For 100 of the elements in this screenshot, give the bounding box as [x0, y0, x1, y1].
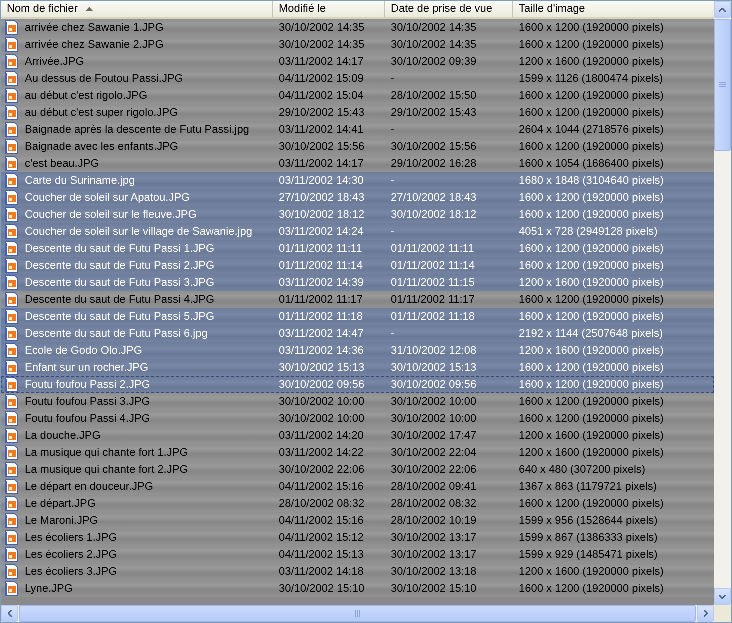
scroll-thumb[interactable]	[714, 19, 731, 151]
file-row[interactable]: Enfant sur un rocher.JPG 30/10/2002 15:13 30/10/2002 15:13 1600 x 1200 (1920000 pixels)	[1, 359, 714, 376]
file-row[interactable]: Carte du Suriname.jpg 03/11/2002 14:30 - 1680 x 1848 (3104640 pixels)	[1, 172, 714, 189]
image-size: 1200 x 1600 (1920000 pixels)	[518, 446, 665, 460]
file-row[interactable]: La musique qui chante fort 1.JPG 03/11/2002 14:22 30/10/2002 22:04 1200 x 1600 (1920000 pixels)	[1, 444, 714, 461]
column-header[interactable]: Nom de fichier	[1, 1, 273, 17]
image-size: 1200 x 1600 (1920000 pixels)	[518, 54, 665, 70]
file-row[interactable]: c'est beau.JPG 03/11/2002 14:17 29/10/2002 16:28 1600 x 1054 (1686400 pixels)	[1, 155, 714, 172]
image-file-icon	[5, 564, 19, 580]
image-size: 1367 x 863 (1179721 pixels)	[518, 480, 658, 494]
modified-date: 01/11/2002 11:11	[278, 242, 364, 256]
image-size: 1600 x 1200 (1920000 pixels)	[518, 106, 665, 120]
file-row[interactable]: Le départ en douceur.JPG 04/11/2002 15:16 28/10/2002 09:41 1367 x 863 (1179721 pixels)	[1, 478, 714, 495]
file-row[interactable]: Les écoliers 2.JPG 04/11/2002 15:13 30/10/2002 13:17 1599 x 929 (1485471 pixels)	[1, 546, 714, 563]
file-row[interactable]: Le départ.JPG 28/10/2002 08:32 28/10/2002 08:32 1600 x 1200 (1920000 pixels)	[1, 495, 714, 512]
column-header[interactable]: Date de prise de vue	[385, 1, 513, 17]
file-name: Arrivée.JPG	[25, 56, 84, 68]
image-size: 1600 x 1200 (1920000 pixels)	[518, 140, 665, 154]
image-size: 1600 x 1200 (1920000 pixels)	[518, 292, 665, 308]
file-row[interactable]: Lyne.JPG 30/10/2002 15:10 30/10/2002 15:10 1600 x 1200 (1920000 pixels)	[1, 580, 714, 597]
image-size: 1600 x 1200 (1920000 pixels)	[518, 310, 665, 324]
image-size: 1200 x 1600 (1920000 pixels)	[518, 428, 665, 444]
image-file-icon	[5, 36, 19, 52]
file-row[interactable]: Arrivée.JPG 03/11/2002 14:17 30/10/2002 09:39 1200 x 1600 (1920000 pixels)	[1, 53, 714, 70]
file-row[interactable]: arrivée chez Sawanie 2.JPG 30/10/2002 14:35 30/10/2002 14:35 1600 x 1200 (1920000 pixels)	[1, 36, 714, 53]
file-row[interactable]: Le Maroni.JPG 04/11/2002 15:16 28/10/2002 10:19 1599 x 956 (1528644 pixels)	[1, 512, 714, 529]
file-row[interactable]: Coucher de soleil sur le village de Sawanie.jpg 03/11/2002 14:24 - 4051 x 728 (2949128 pixels)	[1, 223, 714, 240]
file-row[interactable]: Foutu foufou Passi 2.JPG 30/10/2002 09:56 30/10/2002 09:56 1600 x 1200 (1920000 pixels)	[1, 376, 714, 393]
file-name: Ecole de Godo Olo.JPG	[25, 344, 142, 356]
file-name: Foutu foufou Passi 2.JPG	[25, 378, 150, 390]
file-row[interactable]: Coucher de soleil sur le fleuve.JPG 30/10/2002 18:12 30/10/2002 18:12 1600 x 1200 (1920000 pixels)	[1, 206, 714, 223]
taken-date: 30/10/2002 10:00	[390, 394, 478, 410]
taken-date: 29/10/2002 15:43	[390, 106, 478, 120]
vertical-scrollbar[interactable]	[714, 1, 731, 605]
file-row[interactable]: Les écoliers 3.JPG 03/11/2002 14:18 30/10/2002 13:18 1200 x 1600 (1920000 pixels)	[1, 563, 714, 580]
file-row[interactable]: Descente du saut de Futu Passi 3.JPG 03/11/2002 14:39 01/11/2002 11:15 1200 x 1600 (1920000 pixels)	[1, 274, 714, 291]
scroll-up-button[interactable]	[714, 1, 731, 18]
file-row[interactable]: Au dessus de Foutou Passi.JPG 04/11/2002 15:09 - 1599 x 1126 (1800474 pixels)	[1, 70, 714, 87]
modified-date: 30/10/2002 14:35	[278, 38, 366, 52]
image-file-icon	[5, 20, 19, 36]
file-name: La douche.JPG	[25, 430, 101, 442]
file-row[interactable]: Baignade avec les enfants.JPG 30/10/2002 15:56 30/10/2002 15:56 1600 x 1200 (1920000 pixels)	[1, 138, 714, 155]
image-file-icon	[5, 88, 19, 104]
file-row[interactable]: Ecole de Godo Olo.JPG 03/11/2002 14:36 31/10/2002 12:08 1200 x 1600 (1920000 pixels)	[1, 342, 714, 359]
taken-date: 01/11/2002 11:14	[390, 258, 476, 274]
taken-date: 31/10/2002 12:08	[390, 344, 478, 358]
modified-date: 01/11/2002 11:17	[278, 292, 364, 308]
image-file-icon	[5, 54, 19, 70]
file-name: Descente du saut de Futu Passi 4.JPG	[25, 294, 215, 306]
modified-date: 03/11/2002 14:20	[278, 428, 365, 444]
modified-date: 30/10/2002 14:35	[278, 20, 366, 36]
image-file-icon	[5, 546, 19, 562]
modified-date: 03/11/2002 14:17	[278, 156, 365, 172]
file-name: Descente du saut de Futu Passi 1.JPG	[25, 242, 215, 254]
taken-date: 01/11/2002 11:15	[390, 276, 476, 290]
taken-date: 01/11/2002 11:11	[390, 242, 476, 256]
file-row[interactable]: Foutu foufou Passi 4.JPG 30/10/2002 10:00 30/10/2002 10:00 1600 x 1200 (1920000 pixels)	[1, 410, 714, 427]
modified-date: 03/11/2002 14:30	[278, 174, 365, 188]
image-size: 1600 x 1200 (1920000 pixels)	[518, 258, 665, 274]
taken-date: 28/10/2002 15:50	[390, 88, 478, 104]
image-file-icon	[5, 376, 19, 392]
file-row[interactable]: Descente du saut de Futu Passi 6.jpg 03/11/2002 14:47 - 2192 x 1144 (2507648 pixels)	[1, 325, 714, 342]
taken-date: 27/10/2002 18:43	[390, 190, 478, 206]
file-row[interactable]: Descente du saut de Futu Passi 2.JPG 01/11/2002 11:14 01/11/2002 11:14 1600 x 1200 (1920000 pixels)	[1, 257, 714, 274]
file-row[interactable]: Descente du saut de Futu Passi 4.JPG 01/11/2002 11:17 01/11/2002 11:17 1600 x 1200 (1920000 pixels)	[1, 291, 714, 308]
scroll-left-button[interactable]	[1, 605, 18, 622]
file-row[interactable]: au début c'est super rigolo.JPG 29/10/2002 15:43 29/10/2002 15:43 1600 x 1200 (1920000 pixels)	[1, 104, 714, 121]
file-row[interactable]: La musique qui chante fort 2.JPG 30/10/2002 22:06 30/10/2002 22:06 640 x 480 (307200 pixels)	[1, 461, 714, 478]
modified-date: 03/11/2002 14:24	[278, 224, 365, 240]
file-row[interactable]: Les écoliers 1.JPG 04/11/2002 15:12 30/10/2002 13:17 1599 x 867 (1386333 pixels)	[1, 529, 714, 546]
modified-date: 30/10/2002 10:00	[278, 412, 366, 426]
image-size: 1680 x 1848 (3104640 pixels)	[518, 174, 665, 188]
file-name: Foutu foufou Passi 3.JPG	[25, 396, 150, 408]
image-size: 1600 x 1200 (1920000 pixels)	[518, 190, 665, 206]
file-row[interactable]: arrivée chez Sawanie 1.JPG 30/10/2002 14:35 30/10/2002 14:35 1600 x 1200 (1920000 pixels)	[1, 19, 714, 36]
file-name: c'est beau.JPG	[25, 158, 100, 170]
modified-date: 01/11/2002 11:14	[278, 258, 364, 274]
file-name: La musique qui chante fort 1.JPG	[25, 446, 188, 458]
file-name: Coucher de soleil sur Apatou.JPG	[25, 192, 190, 204]
image-size: 1600 x 1200 (1920000 pixels)	[518, 496, 665, 512]
scroll-right-button[interactable]	[697, 605, 714, 622]
modified-date: 30/10/2002 15:10	[278, 582, 366, 596]
taken-date: 30/10/2002 15:10	[390, 582, 478, 596]
scroll-down-button[interactable]	[714, 588, 731, 605]
file-row[interactable]: Coucher de soleil sur Apatou.JPG 27/10/2002 18:43 27/10/2002 18:43 1600 x 1200 (1920000 pixels)	[1, 189, 714, 206]
image-file-icon	[5, 410, 19, 426]
image-file-icon	[5, 360, 19, 376]
taken-date: 30/10/2002 15:56	[390, 140, 478, 154]
image-size: 1600 x 1200 (1920000 pixels)	[518, 582, 665, 596]
file-name: Les écoliers 1.JPG	[25, 532, 118, 544]
file-row[interactable]: Descente du saut de Futu Passi 5.JPG 01/11/2002 11:18 01/11/2002 11:18 1600 x 1200 (1920000 pixels)	[1, 308, 714, 325]
image-file-icon	[5, 156, 19, 172]
file-row[interactable]: Foutu foufou Passi 3.JPG 30/10/2002 10:00 30/10/2002 10:00 1600 x 1200 (1920000 pixels)	[1, 393, 714, 410]
file-row[interactable]: au début c'est rigolo.JPG 04/11/2002 15:04 28/10/2002 15:50 1600 x 1200 (1920000 pixels)	[1, 87, 714, 104]
file-row[interactable]: La douche.JPG 03/11/2002 14:20 30/10/2002 17:47 1200 x 1600 (1920000 pixels)	[1, 427, 714, 444]
column-header[interactable]: Modifié le	[273, 1, 385, 17]
file-row[interactable]: Descente du saut de Futu Passi 1.JPG 01/11/2002 11:11 01/11/2002 11:11 1600 x 1200 (1920000 pixels)	[1, 240, 714, 257]
image-file-icon	[5, 104, 19, 120]
image-file-icon	[5, 530, 19, 546]
file-row[interactable]: Baignade après la descente de Futu Passi.jpg 03/11/2002 14:41 - 2604 x 1044 (2718576 pixels)	[1, 121, 714, 138]
